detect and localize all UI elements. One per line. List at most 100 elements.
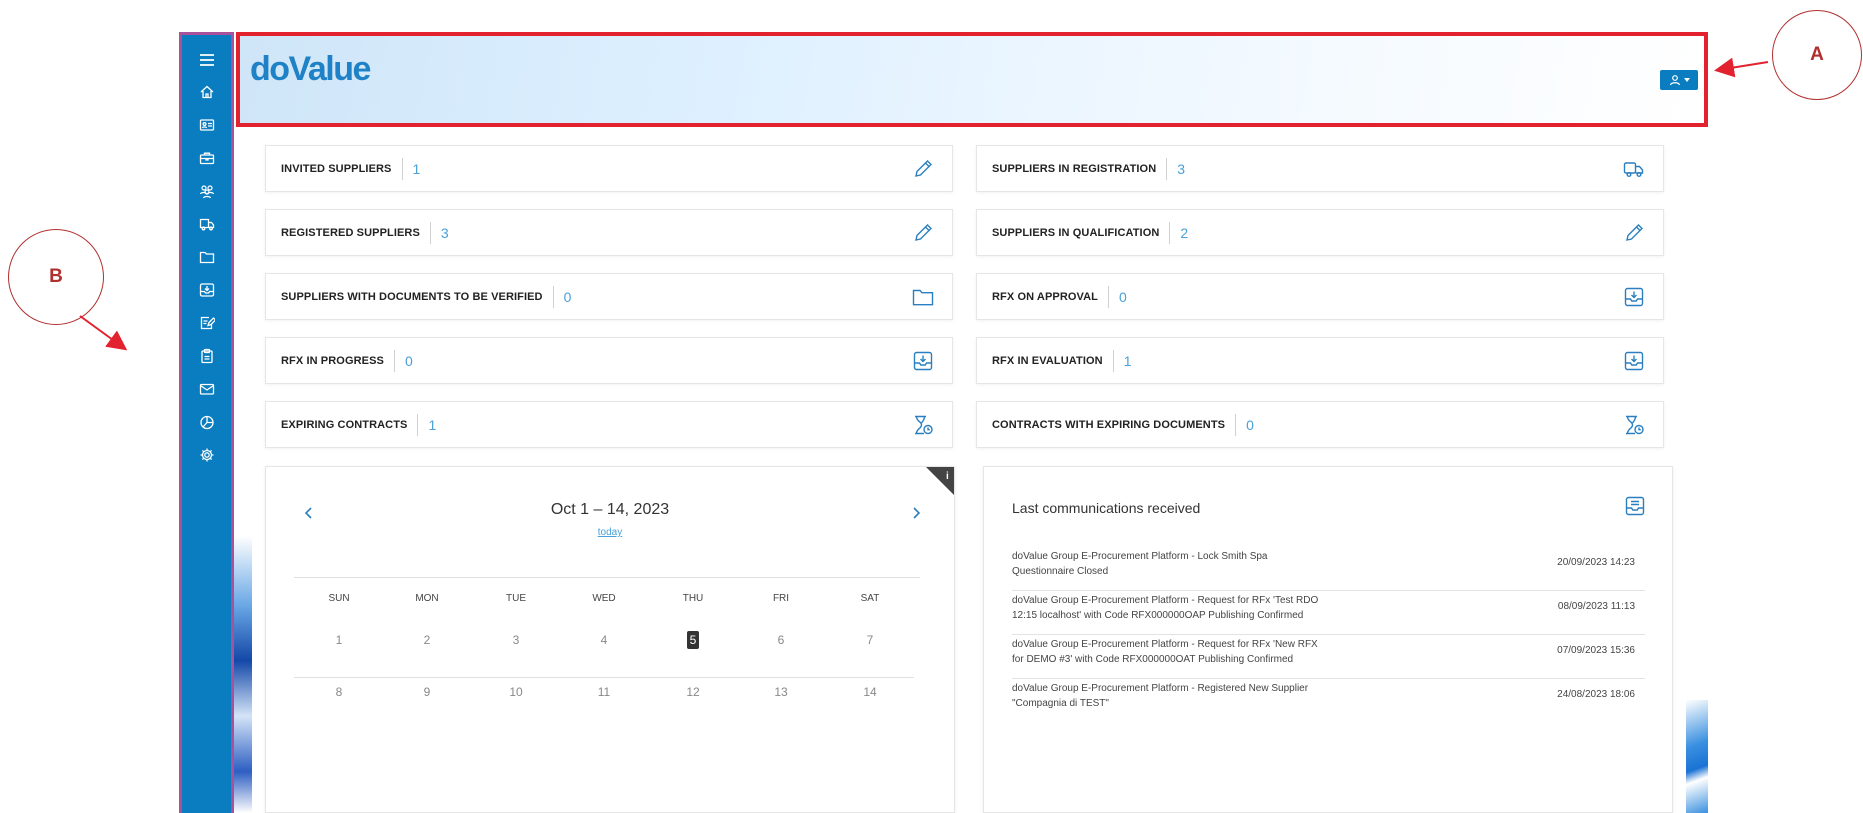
inbox-message-icon[interactable]	[1624, 495, 1646, 517]
stat-label: SUPPLIERS WITH DOCUMENTS TO BE VERIFIED	[281, 290, 543, 303]
id-card-icon[interactable]	[182, 115, 231, 135]
stat-card-suppliers-in-qualification[interactable]: SUPPLIERS IN QUALIFICATION 2	[976, 209, 1664, 256]
dovalue-logo[interactable]: doValue	[250, 50, 371, 89]
calendar-day[interactable]: 6	[751, 633, 811, 647]
calendar-day[interactable]: 3	[486, 633, 546, 647]
weekday-wed: WED	[592, 593, 616, 604]
calendar-day[interactable]: 10	[486, 685, 546, 699]
stat-separator	[393, 349, 395, 372]
stat-label: EXPIRING CONTRACTS	[281, 418, 408, 431]
inbox-download-icon[interactable]	[1623, 350, 1645, 372]
stat-label: RFX ON APPROVAL	[992, 290, 1099, 303]
calendar-next-button[interactable]	[906, 503, 926, 523]
chevron-right-icon	[913, 507, 921, 519]
calendar-day[interactable]: 4	[574, 633, 634, 647]
clipboard-icon[interactable]	[182, 346, 231, 366]
communication-subject-line: 12:15 localhost' with Code RFX000000OAP …	[1012, 610, 1304, 621]
menu-icon[interactable]	[182, 50, 231, 70]
stat-separator	[417, 413, 419, 436]
top-header: doValue	[236, 32, 1708, 127]
stat-value: 1	[412, 160, 421, 177]
weekday-sun: SUN	[328, 593, 350, 604]
edit-document-icon[interactable]	[182, 313, 231, 333]
weekday-sat: SAT	[860, 593, 880, 604]
callout-b: B	[8, 229, 104, 325]
dashboard-screen: A B doValue INVITED SUPPLIERS 1 SUPPLIER…	[0, 0, 1863, 813]
communication-subject: doValue Group E-Procurement Platform - R…	[1012, 637, 1342, 667]
communication-subject-line: doValue Group E-Procurement Platform - L…	[1012, 551, 1268, 562]
folder-icon[interactable]	[182, 247, 231, 267]
stat-value: 0	[1119, 288, 1127, 305]
calendar-day[interactable]: 11	[574, 685, 634, 699]
communications-panel: Last communications received doValue Gro…	[983, 466, 1673, 813]
pie-chart-icon[interactable]	[182, 412, 231, 432]
truck-icon[interactable]	[182, 214, 231, 234]
stat-card-rfx-in-progress[interactable]: RFX IN PROGRESS 0	[265, 337, 953, 384]
background-decoration	[234, 120, 252, 813]
communication-subject-line: doValue Group E-Procurement Platform - R…	[1012, 683, 1309, 694]
folder-icon[interactable]	[912, 286, 934, 308]
calendar-today-link[interactable]: today	[266, 527, 954, 538]
communication-item[interactable]: doValue Group E-Procurement Platform - R…	[1012, 635, 1645, 679]
users-icon[interactable]	[182, 181, 231, 201]
communication-subject-line: doValue Group E-Procurement Platform - R…	[1012, 595, 1319, 606]
stat-value: 3	[1177, 160, 1186, 177]
stat-separator	[1166, 157, 1168, 180]
communications-title: Last communications received	[1012, 500, 1201, 516]
calendar-divider	[294, 577, 920, 578]
calendar-day-current[interactable]: 5	[663, 631, 723, 649]
stat-value: 1	[428, 416, 437, 433]
truck-icon[interactable]	[1623, 158, 1645, 180]
inbox-download-icon[interactable]	[1623, 286, 1645, 308]
calendar-day[interactable]: 7	[840, 633, 900, 647]
stat-card-contracts-expiring-documents[interactable]: CONTRACTS WITH EXPIRING DOCUMENTS 0	[976, 401, 1664, 448]
calendar-day[interactable]: 1	[309, 633, 369, 647]
stat-separator	[401, 157, 403, 180]
communication-item[interactable]: doValue Group E-Procurement Platform - R…	[1012, 679, 1645, 723]
calendar-day[interactable]: 12	[663, 685, 723, 699]
calendar-day[interactable]: 9	[397, 685, 457, 699]
pencil-icon[interactable]	[1623, 222, 1645, 244]
pencil-icon[interactable]	[912, 222, 934, 244]
stat-separator	[1112, 349, 1114, 372]
stat-card-invited-suppliers[interactable]: INVITED SUPPLIERS 1	[265, 145, 953, 192]
stat-separator	[1108, 285, 1110, 308]
calendar-day[interactable]: 13	[751, 685, 811, 699]
user-menu-button[interactable]	[1660, 70, 1698, 90]
hourglass-clock-icon[interactable]	[1623, 414, 1645, 436]
info-icon[interactable]: i	[926, 467, 954, 495]
communication-item[interactable]: doValue Group E-Procurement Platform - L…	[1012, 547, 1645, 591]
stat-card-suppliers-documents-to-verify[interactable]: SUPPLIERS WITH DOCUMENTS TO BE VERIFIED …	[265, 273, 953, 320]
briefcase-icon[interactable]	[182, 148, 231, 168]
communication-date: 24/08/2023 18:06	[1557, 689, 1635, 700]
inbox-download-icon[interactable]	[912, 350, 934, 372]
chevron-down-icon	[1683, 78, 1690, 82]
stat-card-expiring-contracts[interactable]: EXPIRING CONTRACTS 1	[265, 401, 953, 448]
hourglass-clock-icon[interactable]	[912, 414, 934, 436]
inbox-download-icon[interactable]	[182, 280, 231, 300]
communication-date: 20/09/2023 14:23	[1557, 557, 1635, 568]
weekday-tue: TUE	[506, 593, 526, 604]
callout-a: A	[1772, 10, 1862, 100]
calendar-day[interactable]: 8	[309, 685, 369, 699]
stat-label: REGISTERED SUPPLIERS	[281, 226, 420, 239]
mail-icon[interactable]	[182, 379, 231, 399]
calendar-week-divider	[294, 677, 914, 678]
stat-card-rfx-on-approval[interactable]: RFX ON APPROVAL 0	[976, 273, 1664, 320]
stat-card-registered-suppliers[interactable]: REGISTERED SUPPLIERS 3	[265, 209, 953, 256]
communication-item[interactable]: doValue Group E-Procurement Platform - R…	[1012, 591, 1645, 635]
stat-label: SUPPLIERS IN QUALIFICATION	[992, 226, 1160, 239]
gear-icon[interactable]	[182, 445, 231, 465]
arrow-b	[79, 315, 128, 351]
communication-subject: doValue Group E-Procurement Platform - R…	[1012, 593, 1342, 623]
communication-subject-line: "Compagnia di TEST"	[1012, 698, 1109, 709]
stat-card-suppliers-in-registration[interactable]: SUPPLIERS IN REGISTRATION 3	[976, 145, 1664, 192]
pencil-icon[interactable]	[912, 158, 934, 180]
calendar-day[interactable]: 2	[397, 633, 457, 647]
arrow-a	[1714, 57, 1769, 78]
stat-card-rfx-in-evaluation[interactable]: RFX IN EVALUATION 1	[976, 337, 1664, 384]
home-icon[interactable]	[182, 82, 231, 102]
communication-subject-line: doValue Group E-Procurement Platform - R…	[1012, 639, 1318, 650]
calendar-day[interactable]: 14	[840, 685, 900, 699]
stat-separator	[429, 221, 431, 244]
